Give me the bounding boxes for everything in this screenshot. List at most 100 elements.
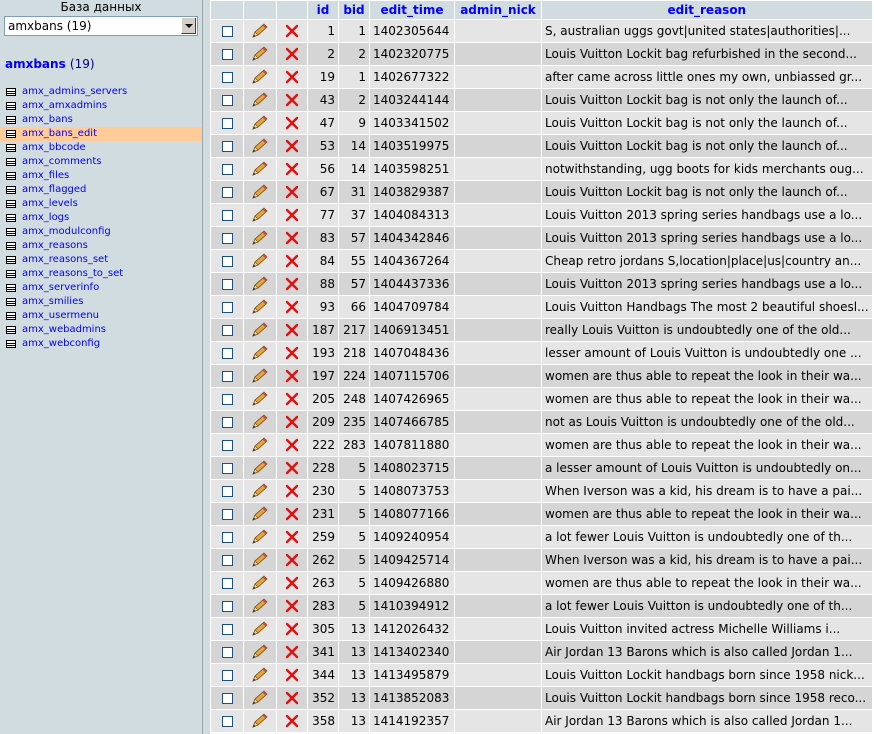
row-checkbox[interactable] xyxy=(221,624,233,635)
table-icon[interactable] xyxy=(6,256,16,264)
sidebar-table-item[interactable]: amx_reasons xyxy=(0,239,202,253)
row-checkbox-cell[interactable] xyxy=(211,503,243,525)
row-checkbox-cell[interactable] xyxy=(211,227,243,249)
column-header-admin-nick[interactable]: admin_nick xyxy=(455,1,541,19)
table-icon[interactable] xyxy=(6,186,16,194)
edit-cell[interactable] xyxy=(244,687,276,709)
delete-x-icon[interactable] xyxy=(285,185,299,199)
sidebar-table-label[interactable]: amx_files xyxy=(22,170,69,181)
delete-x-icon[interactable] xyxy=(285,484,299,498)
delete-x-icon[interactable] xyxy=(285,553,299,567)
table-icon[interactable] xyxy=(6,102,16,110)
delete-cell[interactable] xyxy=(277,158,307,180)
pencil-icon[interactable] xyxy=(251,46,269,61)
table-row[interactable]: 197 224 1407115706 women are thus able to r… xyxy=(211,365,872,387)
table-row[interactable]: 43 2 1403244144 Louis Vuitton Lockit bag is… xyxy=(211,89,872,111)
table-row[interactable]: 262 5 1409425714 When Iverson was a kid, hi… xyxy=(211,549,872,571)
table-row[interactable]: 205 248 1407426965 women are thus able to r… xyxy=(211,388,872,410)
pencil-icon[interactable] xyxy=(251,713,269,728)
row-checkbox-cell[interactable] xyxy=(211,66,243,88)
delete-x-icon[interactable] xyxy=(285,70,299,84)
edit-cell[interactable] xyxy=(244,89,276,111)
sidebar-table-label[interactable]: amx_bbcode xyxy=(22,142,86,153)
delete-cell[interactable] xyxy=(277,250,307,272)
sidebar-table-item[interactable]: amx_modulconfig xyxy=(0,225,202,239)
row-checkbox-cell[interactable] xyxy=(211,549,243,571)
sidebar-table-label[interactable]: amx_serverinfo xyxy=(22,282,99,293)
row-checkbox-cell[interactable] xyxy=(211,89,243,111)
edit-cell[interactable] xyxy=(244,273,276,295)
edit-cell[interactable] xyxy=(244,457,276,479)
table-row[interactable]: 341 13 1413402340 Air Jordan 13 Barons whic… xyxy=(211,641,872,663)
delete-cell[interactable] xyxy=(277,618,307,640)
sidebar-table-label[interactable]: amx_levels xyxy=(22,198,78,209)
edit-cell[interactable] xyxy=(244,641,276,663)
sidebar-table-label[interactable]: amx_reasons_set xyxy=(22,254,108,265)
row-checkbox-cell[interactable] xyxy=(211,388,243,410)
table-row[interactable]: 1 1 1402305644 S, australian uggs govt|unit… xyxy=(211,20,872,42)
sidebar-table-label[interactable]: amx_bans xyxy=(22,114,73,125)
row-checkbox-cell[interactable] xyxy=(211,641,243,663)
row-checkbox-cell[interactable] xyxy=(211,20,243,42)
row-checkbox[interactable] xyxy=(221,141,233,152)
pencil-icon[interactable] xyxy=(251,230,269,245)
row-checkbox[interactable] xyxy=(221,509,233,520)
row-checkbox[interactable] xyxy=(221,647,233,658)
row-checkbox-cell[interactable] xyxy=(211,250,243,272)
row-checkbox-cell[interactable] xyxy=(211,273,243,295)
edit-cell[interactable] xyxy=(244,43,276,65)
delete-x-icon[interactable] xyxy=(285,93,299,107)
sidebar-table-label[interactable]: amx_flagged xyxy=(22,184,86,195)
sidebar-table-item[interactable]: amx_files xyxy=(0,169,202,183)
edit-cell[interactable] xyxy=(244,158,276,180)
pencil-icon[interactable] xyxy=(251,690,269,705)
pencil-icon[interactable] xyxy=(251,69,269,84)
delete-x-icon[interactable] xyxy=(285,254,299,268)
edit-cell[interactable] xyxy=(244,296,276,318)
pencil-icon[interactable] xyxy=(251,299,269,314)
row-checkbox[interactable] xyxy=(221,118,233,129)
table-row[interactable]: 88 57 1404437336 Louis Vuitton 2013 spring … xyxy=(211,273,872,295)
edit-cell[interactable] xyxy=(244,710,276,732)
row-checkbox[interactable] xyxy=(221,693,233,704)
pencil-icon[interactable] xyxy=(251,437,269,452)
delete-x-icon[interactable] xyxy=(285,530,299,544)
row-checkbox-cell[interactable] xyxy=(211,112,243,134)
pencil-icon[interactable] xyxy=(251,207,269,222)
table-row[interactable]: 47 9 1403341502 Louis Vuitton Lockit bag is… xyxy=(211,112,872,134)
pencil-icon[interactable] xyxy=(251,667,269,682)
sidebar-table-item[interactable]: amx_amxadmins xyxy=(0,99,202,113)
pencil-icon[interactable] xyxy=(251,115,269,130)
edit-cell[interactable] xyxy=(244,434,276,456)
row-checkbox[interactable] xyxy=(221,325,233,336)
sidebar-table-item[interactable]: amx_reasons_to_set xyxy=(0,267,202,281)
row-checkbox[interactable] xyxy=(221,26,233,37)
edit-cell[interactable] xyxy=(244,480,276,502)
edit-cell[interactable] xyxy=(244,250,276,272)
row-checkbox-cell[interactable] xyxy=(211,181,243,203)
row-checkbox[interactable] xyxy=(221,256,233,267)
frame-divider[interactable] xyxy=(202,0,210,734)
row-checkbox[interactable] xyxy=(221,486,233,497)
sidebar-table-label[interactable]: amx_logs xyxy=(22,212,69,223)
delete-cell[interactable] xyxy=(277,89,307,111)
row-checkbox[interactable] xyxy=(221,72,233,83)
delete-x-icon[interactable] xyxy=(285,231,299,245)
edit-cell[interactable] xyxy=(244,135,276,157)
row-checkbox-cell[interactable] xyxy=(211,618,243,640)
sidebar-table-item[interactable]: amx_admins_servers xyxy=(0,85,202,99)
row-checkbox[interactable] xyxy=(221,555,233,566)
sidebar-table-item[interactable]: amx_bbcode xyxy=(0,141,202,155)
sidebar-table-label[interactable]: amx_modulconfig xyxy=(22,226,111,237)
table-icon[interactable] xyxy=(6,298,16,306)
row-checkbox-cell[interactable] xyxy=(211,135,243,157)
pencil-icon[interactable] xyxy=(251,460,269,475)
delete-cell[interactable] xyxy=(277,135,307,157)
row-checkbox-cell[interactable] xyxy=(211,204,243,226)
edit-cell[interactable] xyxy=(244,664,276,686)
table-row[interactable]: 352 13 1413852083 Louis Vuitton Lockit hand… xyxy=(211,687,872,709)
pencil-icon[interactable] xyxy=(251,138,269,153)
table-row[interactable]: 209 235 1407466785 not as Louis Vuitton is … xyxy=(211,411,872,433)
pencil-icon[interactable] xyxy=(251,575,269,590)
row-checkbox-cell[interactable] xyxy=(211,480,243,502)
